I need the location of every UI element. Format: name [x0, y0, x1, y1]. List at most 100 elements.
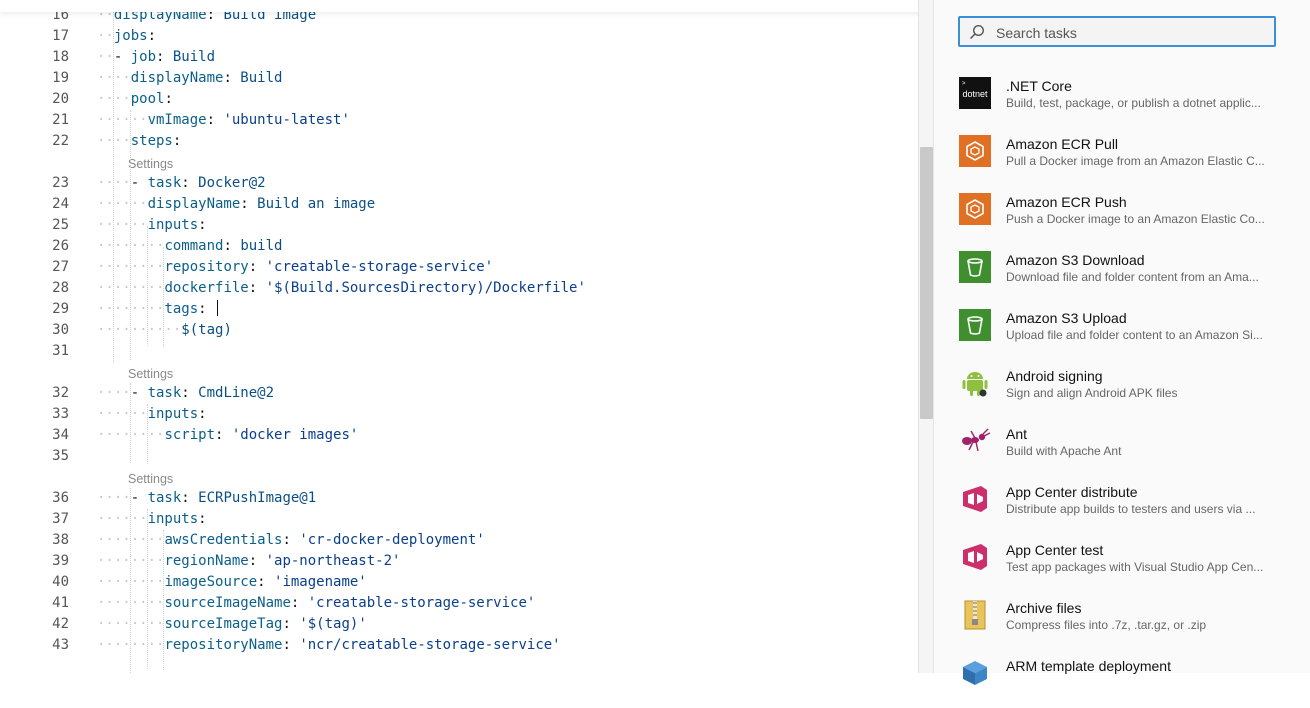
code-text[interactable]: ······vmImage: 'ubuntu-latest'	[97, 110, 350, 131]
indent-guide	[146, 509, 148, 669]
code-text[interactable]: ······displayName: Build an image	[97, 194, 375, 215]
task-item[interactable]: App Center distribute Distribute app buil…	[934, 476, 1310, 534]
code-line[interactable]: 27 ········repository: 'creatable-storage…	[0, 257, 900, 278]
task-item[interactable]: ARM template deployment	[934, 650, 1310, 708]
line-number: 28	[52, 280, 69, 296]
task-title: Amazon S3 Download	[1006, 252, 1145, 268]
code-line[interactable]: 36 ····- task: ECRPushImage@1	[0, 488, 900, 509]
indent-guide	[163, 247, 165, 347]
code-text[interactable]: ··jobs:	[97, 26, 156, 47]
line-number: 31	[52, 343, 69, 359]
code-line[interactable]: 31	[0, 341, 900, 362]
code-line[interactable]: 21 ······vmImage: 'ubuntu-latest'	[0, 110, 900, 131]
search-box[interactable]	[958, 16, 1276, 47]
code-text[interactable]: ········dockerfile: '$(Build.SourcesDire…	[97, 278, 586, 299]
editor-top-edge	[0, 0, 933, 12]
code-line[interactable]: 33 ······inputs:	[0, 404, 900, 425]
line-number: 24	[52, 196, 69, 212]
code-text[interactable]: ····- task: Docker@2	[97, 173, 266, 194]
task-description: Test app packages with Visual Studio App…	[1006, 560, 1264, 574]
task-title: App Center distribute	[1006, 484, 1138, 500]
task-item[interactable]: Amazon S3 Upload Upload file and folder c…	[934, 302, 1310, 360]
code-line[interactable]: 26 ········command: build	[0, 236, 900, 257]
code-text[interactable]: ········awsCredentials: 'cr-docker-deplo…	[97, 530, 485, 551]
task-title: ARM template deployment	[1006, 658, 1171, 674]
code-line[interactable]: 38 ········awsCredentials: 'cr-docker-dep…	[0, 530, 900, 551]
code-line[interactable]: 29 ········tags:	[0, 299, 900, 320]
code-line[interactable]: 20 ····pool:	[0, 89, 900, 110]
code-text[interactable]: ········imageSource: 'imagename'	[97, 572, 367, 593]
text-cursor	[217, 300, 219, 316]
task-item[interactable]: App Center test Test app packages with Vi…	[934, 534, 1310, 592]
task-title: Amazon ECR Pull	[1006, 136, 1119, 152]
code-line[interactable]: 35	[0, 446, 900, 467]
task-item[interactable]: dotnet > .NET Core Build, test, package, or…	[934, 70, 1310, 128]
code-line[interactable]: 40 ········imageSource: 'imagename'	[0, 572, 900, 593]
editor-scrollbar[interactable]	[918, 0, 933, 673]
code-line[interactable]: 25 ······inputs:	[0, 215, 900, 236]
code-text[interactable]: ········tags:	[97, 299, 219, 320]
task-item[interactable]: Android signing Sign and align Android AP…	[934, 360, 1310, 418]
code-text[interactable]: ········repository: 'creatable-storage-s…	[97, 257, 493, 278]
task-assistant-panel: dotnet > .NET Core Build, test, package, or…	[933, 0, 1310, 685]
code-line[interactable]: 41 ········sourceImageName: 'creatable-st…	[0, 593, 900, 614]
code-text[interactable]: ····- task: CmdLine@2	[97, 383, 274, 404]
code-line[interactable]: 28 ········dockerfile: '$(Build.SourcesDi…	[0, 278, 900, 299]
task-description: Push a Docker image to an Amazon Elastic…	[1006, 212, 1265, 226]
code-line[interactable]: 23 ····- task: Docker@2	[0, 173, 900, 194]
code-text[interactable]: ········repositoryName: 'ncr/creatable-s…	[97, 635, 561, 656]
task-title: Archive files	[1006, 600, 1082, 616]
code-text[interactable]: ····pool:	[97, 89, 173, 110]
code-text[interactable]: ····displayName: Build	[97, 68, 282, 89]
code-text[interactable]: ····steps:	[97, 131, 181, 152]
task-description: Pull a Docker image from an Amazon Elast…	[1006, 154, 1265, 168]
code-line[interactable]: 24 ······displayName: Build an image	[0, 194, 900, 215]
indent-guide	[129, 110, 131, 360]
task-item[interactable]: Archive files Compress files into .7z, .t…	[934, 592, 1310, 650]
task-item[interactable]: Amazon ECR Push Push a Docker image to an…	[934, 186, 1310, 244]
code-line[interactable]: 19 ····displayName: Build	[0, 68, 900, 89]
code-line[interactable]: 17 ··jobs:	[0, 26, 900, 47]
code-line[interactable]: 32 ····- task: CmdLine@2	[0, 383, 900, 404]
code-text[interactable]: ······inputs:	[97, 509, 207, 530]
code-line[interactable]: 30 ··········$(tag)	[0, 320, 900, 341]
code-line[interactable]: 43 ········repositoryName: 'ncr/creatable…	[0, 635, 900, 656]
yaml-editor[interactable]: 16 ··displayName: Build image 17 ··jobs: 18 ·…	[0, 0, 933, 673]
code-line[interactable]: 37 ······inputs:	[0, 509, 900, 530]
line-number: 19	[52, 70, 69, 86]
ant-icon	[959, 425, 991, 457]
code-text[interactable]: ········regionName: 'ap-northeast-2'	[97, 551, 400, 572]
task-settings-link[interactable]: Settings	[128, 367, 173, 383]
code-text[interactable]: ······inputs:	[97, 404, 207, 425]
code-lines[interactable]: 16 ··displayName: Build image 17 ··jobs: 18 ·…	[0, 0, 919, 673]
code-line[interactable]: 42 ········sourceImageTag: '$(tag)'	[0, 614, 900, 635]
line-number: 35	[52, 448, 69, 464]
code-text[interactable]: ········sourceImageTag: '$(tag)'	[97, 614, 367, 635]
task-description: Build with Apache Ant	[1006, 444, 1122, 458]
code-line[interactable]: 18 ··- job: Build	[0, 47, 900, 68]
line-number: 29	[52, 301, 69, 317]
task-settings-link[interactable]: Settings	[128, 157, 173, 173]
code-line[interactable]: 22 ····steps:	[0, 131, 900, 152]
amazon-s3-icon	[959, 309, 991, 341]
search-input[interactable]	[994, 21, 1268, 45]
line-number: 43	[52, 637, 69, 653]
amazon-s3-icon	[959, 251, 991, 283]
app-center-icon	[959, 541, 991, 573]
code-text[interactable]: ········command: build	[97, 236, 282, 257]
code-text[interactable]: ········script: 'docker images'	[97, 425, 358, 446]
code-text[interactable]: ··········$(tag)	[97, 320, 232, 341]
line-number: 34	[52, 427, 69, 443]
task-item[interactable]: Amazon ECR Pull Pull a Docker image from …	[934, 128, 1310, 186]
task-item[interactable]: Ant Build with Apache Ant	[934, 418, 1310, 476]
line-number: 41	[52, 595, 69, 611]
task-description: Compress files into .7z, .tar.gz, or .zi…	[1006, 618, 1207, 632]
code-line[interactable]: 39 ········regionName: 'ap-northeast-2'	[0, 551, 900, 572]
code-text[interactable]: ··- job: Build	[97, 47, 215, 68]
editor-scrollbar-thumb[interactable]	[920, 147, 933, 419]
task-settings-link[interactable]: Settings	[128, 472, 173, 488]
line-number: 22	[52, 133, 69, 149]
task-item[interactable]: Amazon S3 Download Download file and fold…	[934, 244, 1310, 302]
line-number: 42	[52, 616, 69, 632]
code-line[interactable]: 34 ········script: 'docker images'	[0, 425, 900, 446]
